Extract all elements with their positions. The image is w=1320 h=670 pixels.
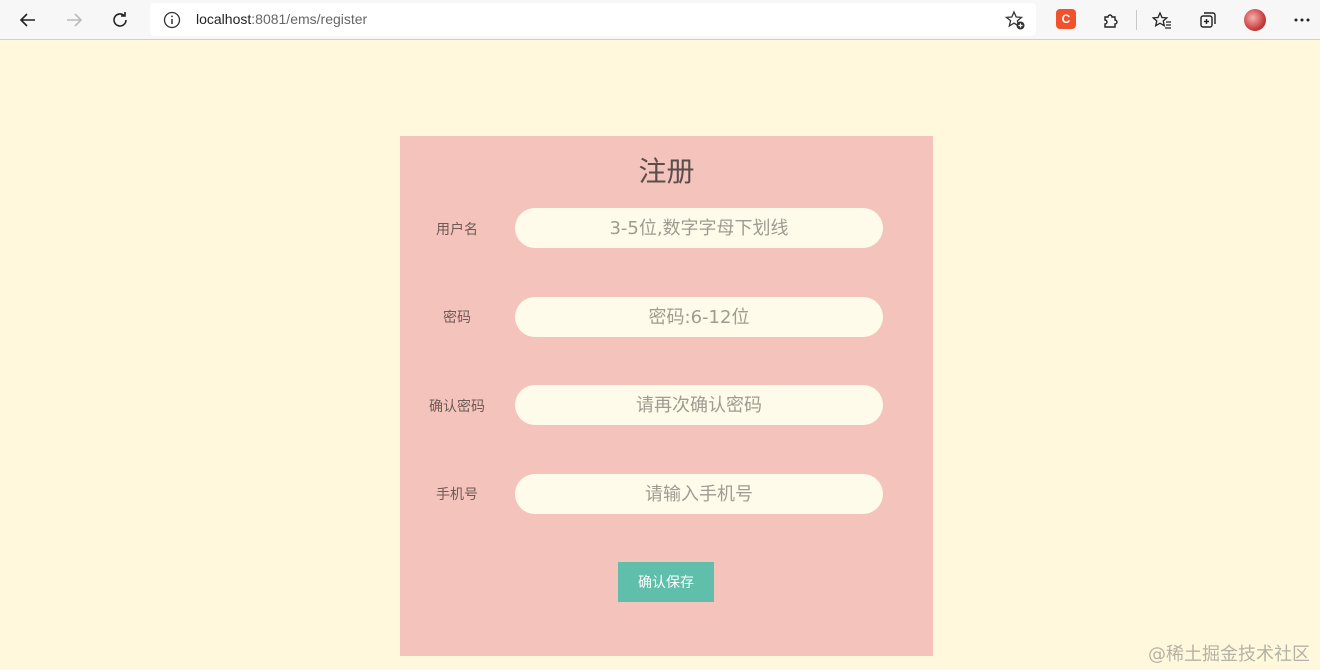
collections-icon [1200,12,1216,28]
confirm-password-label: 确认密码 [429,399,485,415]
register-title: 注册 [638,155,695,188]
password-input[interactable] [515,297,883,337]
register-card: 注册 用户名 密码 确认密码 手机号 确认保存 [400,136,933,656]
toolbar-separator [1136,10,1137,30]
username-input[interactable] [515,208,883,248]
arrow-right-icon [67,13,83,27]
url-host: localhost [196,11,252,27]
phone-input[interactable] [515,474,883,514]
star-list-icon [1152,11,1171,29]
confirm-password-input[interactable] [515,385,883,425]
url-path: :8081/ems/register [251,11,368,27]
puzzle-icon [1104,14,1118,28]
back-button[interactable] [12,4,44,36]
extensions-button[interactable] [1095,4,1127,36]
address-bar[interactable]: localhost:8081/ems/register [150,3,1036,36]
refresh-button[interactable] [104,4,136,36]
username-label: 用户名 [436,222,478,238]
info-icon[interactable] [162,10,182,30]
watermark: @稀土掘金技术社区 [1148,644,1310,665]
browser-toolbar: localhost:8081/ems/register C [0,0,1320,40]
phone-label: 手机号 [436,487,478,503]
arrow-left-icon [19,13,35,27]
more-button[interactable] [1286,4,1318,36]
forward-button[interactable] [58,4,90,36]
collections-button[interactable] [1192,4,1224,36]
address-url[interactable]: localhost:8081/ems/register [196,11,367,27]
password-label: 密码 [443,310,471,326]
refresh-icon [113,12,127,27]
star-plus-icon[interactable] [1004,9,1026,31]
profile-avatar[interactable] [1244,9,1266,31]
extension-c-button[interactable]: C [1056,9,1076,29]
favorites-button[interactable] [1146,4,1178,36]
confirm-save-button[interactable]: 确认保存 [618,562,714,602]
more-dots-icon [1294,18,1310,22]
